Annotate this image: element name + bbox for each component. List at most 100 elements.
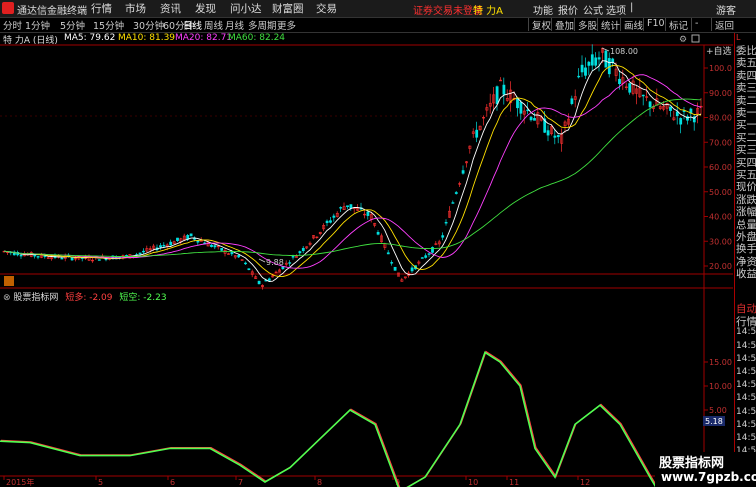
candle-body bbox=[682, 110, 686, 112]
watermark: 股票指标网 www.7gpzb.com bbox=[655, 452, 756, 487]
indicator-lines bbox=[0, 350, 659, 487]
candle-body bbox=[298, 251, 302, 254]
candle-body bbox=[584, 67, 587, 76]
candle-body bbox=[526, 109, 530, 112]
candle-body bbox=[587, 61, 591, 66]
date-tick-label: 2015年 bbox=[6, 477, 34, 487]
add-favorite[interactable]: +自选 bbox=[706, 45, 732, 57]
date-tick-label: 7 bbox=[238, 478, 243, 487]
date-tick-label: 12 bbox=[580, 478, 590, 487]
ma20-line bbox=[3, 74, 702, 269]
candle-body bbox=[162, 244, 166, 247]
price-tick-label: 20.00 bbox=[709, 262, 732, 271]
candle-body bbox=[546, 130, 550, 136]
panel-item: 收益 bbox=[736, 268, 756, 281]
candle-body bbox=[267, 278, 271, 281]
panel-tick-item: 14:56 bbox=[736, 327, 756, 338]
candle-body bbox=[390, 262, 394, 264]
candle-body bbox=[580, 64, 584, 73]
panel-tick-item: 14:56 bbox=[736, 393, 756, 404]
candle-body bbox=[36, 256, 40, 258]
candle-body bbox=[427, 253, 431, 255]
candle-body bbox=[556, 135, 560, 138]
candle-body bbox=[618, 78, 621, 85]
price-tick-label: 90.00 bbox=[709, 89, 732, 98]
panel-tick-item: 14:56 bbox=[736, 419, 756, 430]
candle-body bbox=[553, 135, 557, 138]
maximize-icon[interactable] bbox=[691, 34, 700, 43]
candle-body bbox=[420, 257, 424, 259]
candle-body bbox=[19, 254, 23, 257]
candle-body bbox=[366, 211, 370, 216]
indicator-name: 股票指标网 bbox=[13, 293, 59, 303]
panel-tick-item: 14:56 bbox=[736, 367, 756, 377]
candle-body bbox=[529, 116, 533, 121]
candle-body bbox=[325, 220, 329, 224]
panel-tick-item: 14:56 bbox=[736, 353, 756, 364]
candle-body bbox=[604, 50, 608, 68]
candle-body bbox=[257, 280, 261, 285]
candle-body bbox=[329, 220, 332, 223]
candle-body bbox=[502, 84, 506, 95]
candle-body bbox=[679, 118, 683, 125]
candle-body bbox=[346, 205, 349, 208]
candle-body bbox=[169, 241, 173, 246]
indicator-green-line bbox=[0, 351, 657, 487]
panel-tick-item: 14:56 bbox=[736, 340, 756, 351]
candle-body bbox=[288, 262, 292, 264]
quote-side-panel: L 委比 卖五 卖四 卖三 卖二 卖一 买一 买二 买三 买四 买五 现价 涨跌 涨幅 总量 外盘 换手 净资 收益自… bbox=[734, 33, 756, 487]
candle-body bbox=[189, 233, 193, 237]
candle-body bbox=[176, 237, 179, 242]
candle-body bbox=[97, 259, 101, 261]
price-tick-label: 50.00 bbox=[709, 188, 732, 197]
candle-body bbox=[577, 75, 581, 78]
candle-body bbox=[516, 97, 519, 109]
candle-body bbox=[675, 111, 679, 117]
candle-body bbox=[533, 118, 536, 121]
candle-body bbox=[159, 245, 162, 248]
candlesticks bbox=[2, 44, 703, 290]
date-tick-label: 8 bbox=[317, 478, 322, 487]
price-tick-label: 80.00 bbox=[709, 114, 732, 123]
ma-lines bbox=[3, 60, 702, 282]
candle-body bbox=[451, 202, 455, 204]
candle-body bbox=[339, 207, 343, 209]
candle-body bbox=[142, 250, 145, 253]
position-tag bbox=[4, 276, 14, 286]
candle-body bbox=[475, 129, 479, 138]
candle-body bbox=[454, 192, 458, 194]
candle-body bbox=[210, 244, 213, 247]
candle-body bbox=[33, 254, 37, 257]
candle-body bbox=[213, 245, 217, 248]
price-tick-label: 100.0 bbox=[709, 64, 732, 73]
ma10-line bbox=[3, 64, 702, 278]
price-tick-label: 60.00 bbox=[709, 163, 732, 172]
indicator-settings-icon[interactable]: ⊗ bbox=[3, 293, 11, 303]
kline-chart[interactable]: 100.0 90.00 80.00 70.00 60.00 50.00 40.00 30.00… bbox=[0, 0, 756, 487]
settings-icon[interactable]: ⚙ bbox=[679, 35, 687, 45]
candle-body bbox=[291, 256, 295, 258]
low-label: 9.88 bbox=[266, 258, 284, 267]
low-marker bbox=[258, 258, 266, 263]
indicator-axis: 15.00 10.00 5.00 bbox=[704, 358, 732, 415]
ind-tick-label: 5.00 bbox=[709, 406, 727, 415]
candle-body bbox=[441, 235, 445, 238]
candle-body bbox=[70, 257, 74, 261]
candle-body bbox=[349, 204, 353, 209]
ind-tick-label: 15.00 bbox=[709, 358, 732, 367]
candle-body bbox=[628, 83, 632, 93]
indicator-kong: 短空: -2.23 bbox=[119, 293, 167, 303]
panel-header: L bbox=[736, 33, 741, 42]
indicator-value: 5.18 bbox=[705, 417, 723, 426]
candle-body bbox=[376, 232, 380, 235]
candle-body bbox=[495, 86, 499, 105]
ma5-line bbox=[3, 60, 702, 282]
high-label: 108.00 bbox=[610, 47, 638, 56]
candle-body bbox=[138, 252, 142, 255]
panel-tick-item: 14:56 bbox=[736, 406, 756, 417]
candle-body bbox=[424, 255, 428, 258]
candle-body bbox=[570, 98, 574, 104]
candle-body bbox=[590, 54, 594, 66]
date-tick-label: 5 bbox=[98, 478, 103, 487]
indicator-duo: 短多: -2.09 bbox=[65, 293, 113, 303]
